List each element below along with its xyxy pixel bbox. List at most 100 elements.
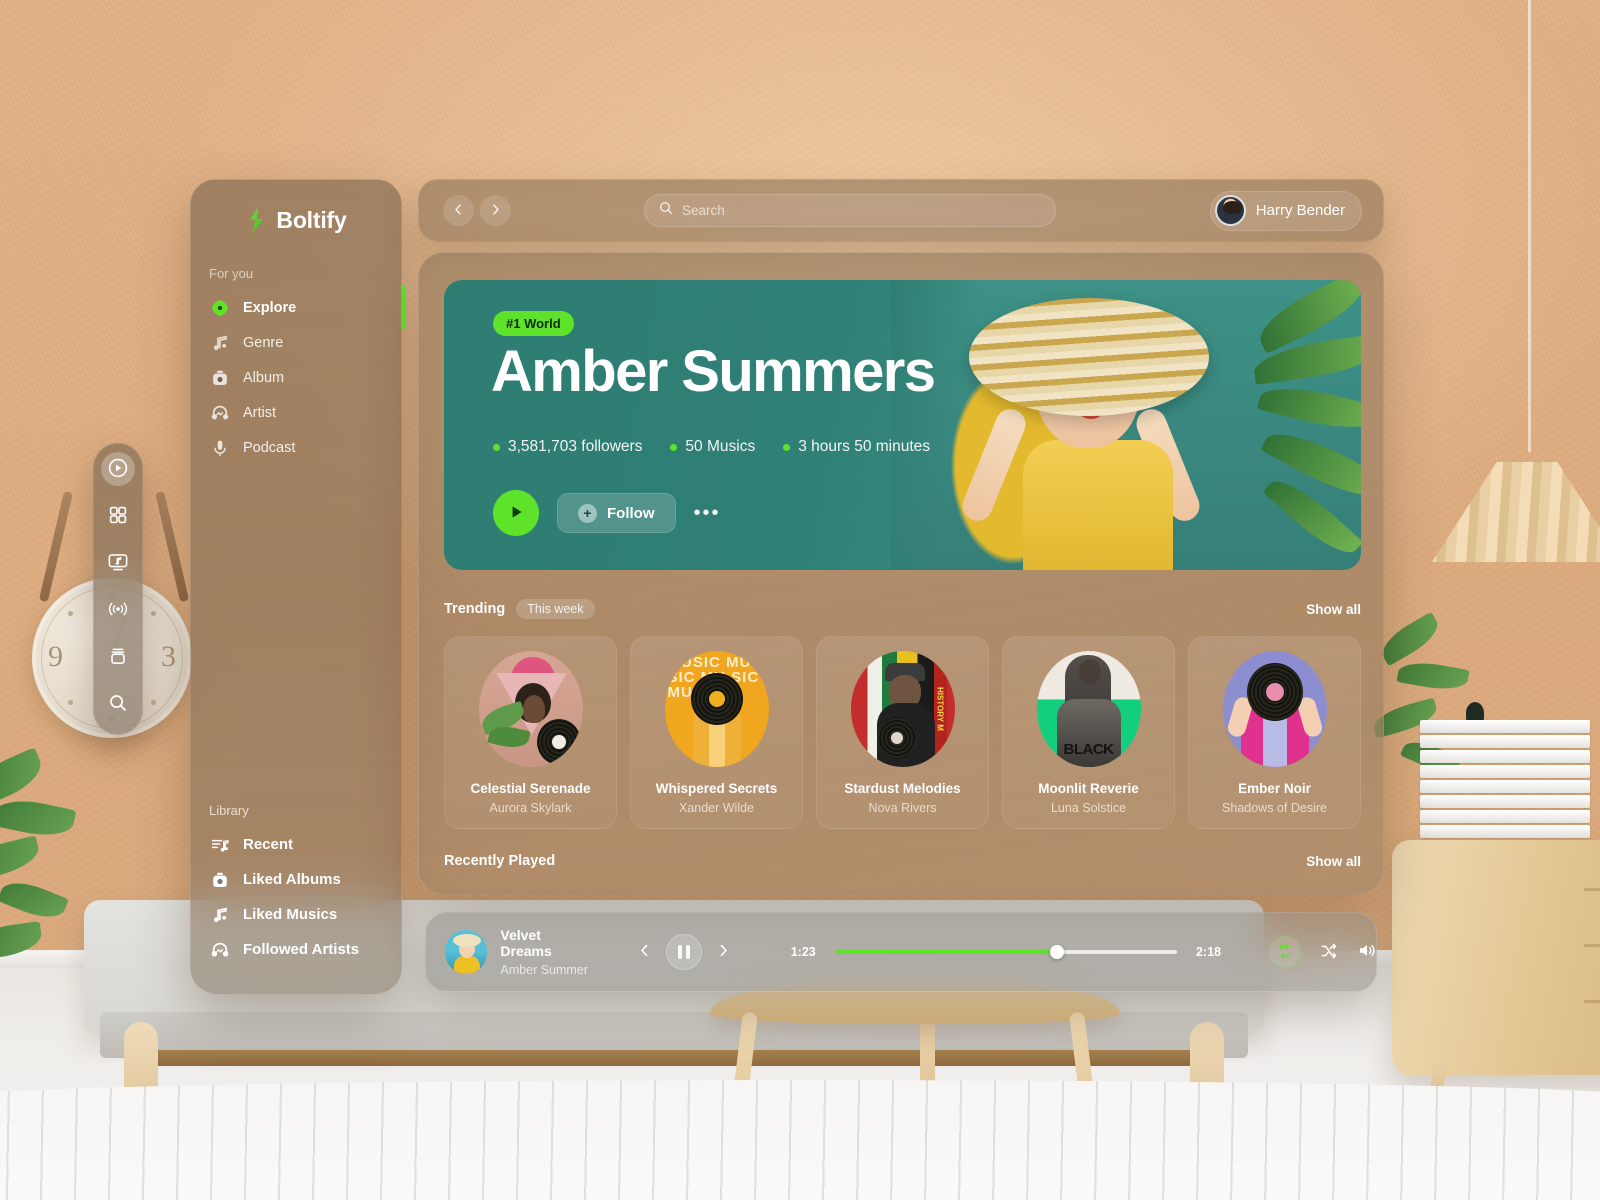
dock-search-button[interactable] — [101, 687, 135, 721]
sidebar-item-genre[interactable]: Genre — [201, 325, 391, 360]
sidebar-item-explore[interactable]: Explore — [201, 290, 391, 325]
trending-card[interactable]: BLACK Moonlit Reverie Luna Solstice — [1002, 636, 1175, 829]
trending-card[interactable]: Ember Noir Shadows of Desire — [1188, 636, 1361, 829]
album-cover: HISTORY M — [850, 651, 955, 767]
sidebar-item-recent[interactable]: Recent — [201, 827, 391, 862]
library-heading: Library — [209, 803, 249, 818]
card-title: Whispered Secrets — [655, 781, 778, 796]
more-options-button[interactable]: ••• — [694, 502, 721, 525]
dock-grid-button[interactable] — [101, 499, 135, 533]
artist-photo — [891, 280, 1361, 570]
stat-duration: 3 hours 50 minutes — [783, 438, 930, 456]
user-profile[interactable]: Harry Bender — [1209, 190, 1362, 231]
library-stack-icon — [108, 646, 128, 669]
recently-played-title: Recently Played — [444, 853, 556, 869]
headphones-icon — [210, 940, 230, 960]
sidebar-item-followed-artists[interactable]: Followed Artists — [201, 932, 391, 967]
vinyl-record-icon — [1246, 663, 1303, 721]
card-title: Ember Noir — [1238, 781, 1311, 796]
total-time: 2:18 — [1195, 945, 1222, 959]
repeat-icon — [1277, 943, 1293, 962]
sidebar-item-label: Podcast — [243, 439, 296, 456]
brand-name: Boltify — [276, 207, 347, 233]
current-time: 1:23 — [790, 945, 816, 959]
hero-banner[interactable]: #1 World Amber Summers 3,581,703 followe… — [444, 280, 1361, 570]
clock-strap-right — [155, 490, 190, 603]
card-title: Moonlit Reverie — [1038, 781, 1139, 796]
vinyl-record-icon — [690, 673, 743, 725]
recently-played-header: Recently Played Show all — [444, 853, 1361, 869]
trending-card[interactable]: MUSIC MU SIC MU SIC MU Whispered Secrets… — [630, 636, 803, 829]
sidebar-scrollbar[interactable] — [401, 285, 405, 329]
sidebar-item-artist[interactable]: Artist — [201, 395, 391, 430]
search-input[interactable]: Search — [644, 194, 1056, 227]
forward-button[interactable] — [480, 195, 511, 226]
sun-hat — [969, 298, 1209, 416]
clock-numeral-3: 3 — [161, 640, 176, 673]
grid-icon — [108, 505, 128, 528]
transport-controls — [637, 934, 731, 970]
lamp-cord — [1528, 0, 1531, 452]
artist-stats: 3,581,703 followers 50 Musics 3 hours 50… — [493, 438, 930, 456]
dock-broadcast-button[interactable] — [101, 593, 135, 627]
sidebar-item-label: Followed Artists — [243, 941, 360, 958]
trending-title: Trending — [444, 601, 506, 617]
trending-card[interactable]: Celestial Serenade Aurora Skylark — [444, 636, 617, 829]
plus-icon: + — [578, 503, 597, 523]
lamp-shade — [1432, 462, 1600, 562]
display-music-icon — [107, 551, 129, 576]
chevron-left-icon — [452, 203, 465, 219]
sideboard-body — [1392, 840, 1600, 1075]
bullet-dot-icon — [493, 443, 500, 451]
stat-musics: 50 Musics — [670, 438, 755, 456]
shuffle-button[interactable] — [1320, 942, 1338, 963]
brand: Boltify — [191, 207, 401, 234]
shuffle-icon — [1320, 942, 1338, 963]
card-artist: Shadows of Desire — [1222, 801, 1327, 815]
volume-button[interactable] — [1357, 941, 1376, 963]
clock-tick — [151, 611, 156, 616]
this-week-chip[interactable]: This week — [516, 599, 595, 619]
now-playing-title: Velvet Dreams — [500, 927, 552, 959]
sidebar-item-label: Genre — [243, 334, 284, 351]
stat-value: 3 hours 50 minutes — [798, 438, 931, 455]
clock-strap-left — [38, 490, 73, 603]
room-scene: 9 3 Boltify For you Explore Genre Album … — [0, 0, 1600, 1200]
previous-button[interactable] — [637, 943, 652, 961]
artist-torso — [1023, 440, 1173, 570]
album-cover — [478, 651, 583, 767]
hero-actions: + Follow ••• — [493, 490, 721, 536]
trending-header: Trending This week Show all — [444, 599, 1361, 619]
repeat-button[interactable] — [1269, 936, 1302, 968]
dock-play-circle-button[interactable] — [101, 452, 135, 486]
sidebar: Boltify For you Explore Genre Album Arti… — [190, 179, 402, 994]
clock-numeral-9: 9 — [48, 640, 63, 673]
card-title: Stardust Melodies — [844, 781, 961, 796]
progress-slider[interactable] — [834, 945, 1177, 959]
card-artist: Luna Solstice — [1050, 801, 1127, 815]
next-icon — [716, 943, 731, 961]
trending-show-all[interactable]: Show all — [1306, 602, 1361, 617]
next-button[interactable] — [716, 943, 731, 961]
sidebar-item-liked-albums[interactable]: Liked Albums — [201, 862, 391, 897]
now-playing-artist: Amber Summer — [500, 963, 588, 977]
progress-thumb[interactable] — [1050, 945, 1065, 959]
card-title: Celestial Serenade — [470, 781, 591, 796]
dock-library-button[interactable] — [101, 640, 135, 674]
clock-tick — [68, 700, 73, 705]
play-button[interactable] — [493, 490, 539, 536]
follow-button[interactable]: + Follow — [557, 493, 676, 533]
dock-display-button[interactable] — [101, 546, 135, 580]
back-button[interactable] — [443, 195, 474, 226]
recently-played-show-all[interactable]: Show all — [1306, 854, 1361, 869]
pause-button[interactable] — [665, 934, 702, 970]
sidebar-item-liked-musics[interactable]: Liked Musics — [201, 897, 391, 932]
sidebar-item-podcast[interactable]: Podcast — [201, 430, 391, 465]
artist-name: Amber Summers — [491, 339, 936, 404]
sidebar-item-album[interactable]: Album — [201, 360, 391, 395]
now-playing-cover — [445, 930, 488, 974]
player-bar: Velvet Dreams Amber Summer 1:23 2:18 — [425, 912, 1377, 992]
trending-card[interactable]: HISTORY M Stardust Melodies Nova Rivers — [816, 636, 989, 829]
play-circle-icon — [107, 457, 129, 482]
card-artist: Xander Wilde — [678, 801, 755, 815]
